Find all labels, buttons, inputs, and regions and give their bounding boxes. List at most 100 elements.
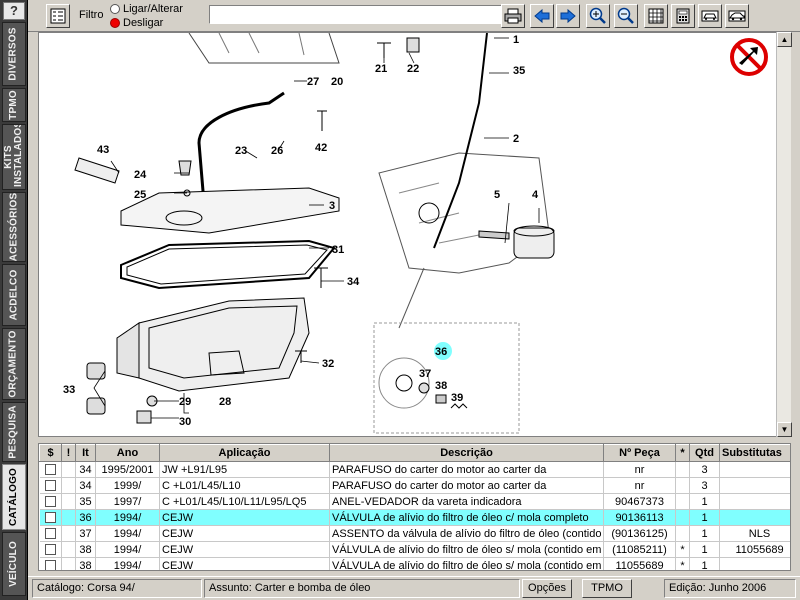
row-checkbox[interactable] <box>44 464 56 475</box>
arrow-left-icon <box>534 8 550 24</box>
exploded-parts-diagram[interactable]: 123 4 5 20 21 22 23 24 25 26 27 28 29 30 31 32 33 3… <box>38 32 791 437</box>
application-cell: CEJW <box>159 509 330 526</box>
previous-button[interactable] <box>530 4 554 28</box>
price-cell <box>39 525 62 542</box>
tab-label: ACESSÓRIOS <box>8 192 19 262</box>
grid-view-button[interactable] <box>644 4 668 28</box>
svg-text:22: 22 <box>407 63 419 75</box>
table-row[interactable]: 38 1994/CEJW VÁLVULA de alívio do filtro d… <box>39 557 790 570</box>
tab-tpmo[interactable]: TPMO <box>2 88 26 122</box>
tab-kits-instalados[interactable]: KITS INSTALADOS <box>2 124 26 190</box>
star-cell: * <box>675 557 690 570</box>
star-cell <box>675 525 690 542</box>
status-subject: Assunto: Carter e bomba de óleo <box>204 579 520 598</box>
print-button[interactable] <box>501 4 525 28</box>
svg-text:3: 3 <box>329 200 335 212</box>
next-button[interactable] <box>556 4 580 28</box>
scroll-up-arrow-icon[interactable]: ▲ <box>777 32 792 47</box>
tab-label: PESQUISA <box>8 405 19 459</box>
toolbar: Filtro Ligar/Alterar Desligar <box>28 0 800 32</box>
qty-cell: 1 <box>689 541 720 558</box>
col-header-application[interactable]: Aplicação <box>159 444 330 462</box>
year-cell: 1994/ <box>95 509 160 526</box>
description-cell: VÁLVULA de alívio do filtro de óleo s/ m… <box>329 557 604 570</box>
star-cell <box>675 461 690 478</box>
table-row[interactable]: 34 1999/C +L01/L45/L10 PARAFUSO do carter … <box>39 477 790 494</box>
star-cell <box>675 493 690 510</box>
table-row[interactable]: 36 1994/CEJW VÁLVULA de alívio do filtro d… <box>39 509 790 526</box>
arrow-right-icon <box>560 8 576 24</box>
qty-cell: 1 <box>689 509 720 526</box>
substitute-cell <box>719 493 790 510</box>
col-header-warning[interactable]: ! <box>61 444 76 462</box>
tab-orcamento[interactable]: ORÇAMENTO <box>2 328 26 400</box>
part-number-cell: 90136113 <box>603 509 676 526</box>
radio-desligar[interactable]: Desligar <box>110 17 163 29</box>
scroll-down-arrow-icon[interactable]: ▼ <box>777 422 792 437</box>
svg-text:21: 21 <box>375 63 387 75</box>
part-number-cell: (11085211) <box>603 541 676 558</box>
filter-input[interactable] <box>209 5 522 24</box>
qty-cell: 1 <box>689 493 720 510</box>
table-row[interactable]: 34 1995/2001 JW +L91/L95 PARAFUSO do carter… <box>39 461 790 478</box>
svg-text:34: 34 <box>347 276 360 288</box>
tab-acdelco[interactable]: ACDELCO <box>2 264 26 326</box>
table-row[interactable]: 37 1994/CEJW ASSENTO da válvula de alívio … <box>39 525 790 542</box>
col-header-price[interactable]: $ <box>39 444 62 462</box>
row-checkbox[interactable] <box>44 480 56 491</box>
col-header-year[interactable]: Ano <box>95 444 160 462</box>
row-checkbox[interactable] <box>44 496 56 507</box>
vehicle-side-button[interactable] <box>725 4 749 28</box>
radio-ligar[interactable]: Ligar/Alterar <box>110 3 183 15</box>
svg-text:30: 30 <box>179 416 191 428</box>
diagram-vertical-scrollbar[interactable]: ▲ ▼ <box>776 32 792 437</box>
warning-cell <box>61 509 76 526</box>
tab-diversos[interactable]: DIVERSOS <box>2 22 26 86</box>
tab-label: TPMO <box>8 90 19 120</box>
svg-text:28: 28 <box>219 396 231 408</box>
zoom-out-button[interactable] <box>614 4 638 28</box>
substitute-cell: NLS <box>719 525 790 542</box>
filter-list-button[interactable] <box>46 4 70 28</box>
col-header-item[interactable]: It <box>75 444 96 462</box>
star-cell <box>675 509 690 526</box>
application-cell: C +L01/L45/L10 <box>159 477 330 494</box>
warning-cell <box>61 541 76 558</box>
svg-text:29: 29 <box>179 396 191 408</box>
tab-label: KITS INSTALADOS <box>3 124 24 187</box>
item-cell: 34 <box>75 461 96 478</box>
row-checkbox[interactable] <box>44 512 56 523</box>
table-row[interactable]: 35 1997/C +L01/L45/L10/L11/L95/LQ5 ANEL-VE… <box>39 493 790 510</box>
application-cell: CEJW <box>159 557 330 570</box>
row-checkbox[interactable] <box>44 560 56 570</box>
application-cell: CEJW <box>159 525 330 542</box>
col-header-part-number[interactable]: Nº Peça <box>603 444 676 462</box>
svg-text:20: 20 <box>331 76 343 88</box>
radio-ligar-label: Ligar/Alterar <box>123 3 183 15</box>
tab-pesquisa[interactable]: PESQUISA <box>2 402 26 462</box>
table-row[interactable]: 38 1994/CEJW VÁLVULA de alívio do filtro d… <box>39 541 790 558</box>
col-header-substitutes[interactable]: Substitutas <box>719 444 790 462</box>
tab-label: ACDELCO <box>8 269 19 321</box>
help-button[interactable]: ? <box>3 2 25 20</box>
vehicle-front-button[interactable] <box>698 4 722 28</box>
zoom-in-button[interactable] <box>586 4 610 28</box>
tab-veiculo[interactable]: VEÍCULO <box>2 532 26 596</box>
radio-off-icon <box>110 4 120 14</box>
col-header-star[interactable]: * <box>675 444 690 462</box>
no-arrows-icon[interactable] <box>730 38 768 76</box>
row-checkbox[interactable] <box>44 528 56 539</box>
tpmo-button[interactable]: TPMO <box>582 579 632 598</box>
year-cell: 1994/ <box>95 557 160 570</box>
col-header-description[interactable]: Descrição <box>329 444 604 462</box>
substitute-cell <box>719 509 790 526</box>
options-button[interactable]: Opções <box>522 579 572 598</box>
row-checkbox[interactable] <box>44 544 56 555</box>
tab-catalogo[interactable]: CATÁLOGO <box>2 464 26 530</box>
calculator-button[interactable] <box>671 4 695 28</box>
description-cell: ASSENTO da válvula de alívio do filtro d… <box>329 525 604 542</box>
tab-acessorios[interactable]: ACESSÓRIOS <box>2 192 26 262</box>
col-header-qty[interactable]: Qtd <box>689 444 720 462</box>
application-cell: C +L01/L45/L10/L11/L95/LQ5 <box>159 493 330 510</box>
vertical-tab-bar: ? DIVERSOS TPMO KITS INSTALADOS ACESSÓRI… <box>0 0 28 600</box>
